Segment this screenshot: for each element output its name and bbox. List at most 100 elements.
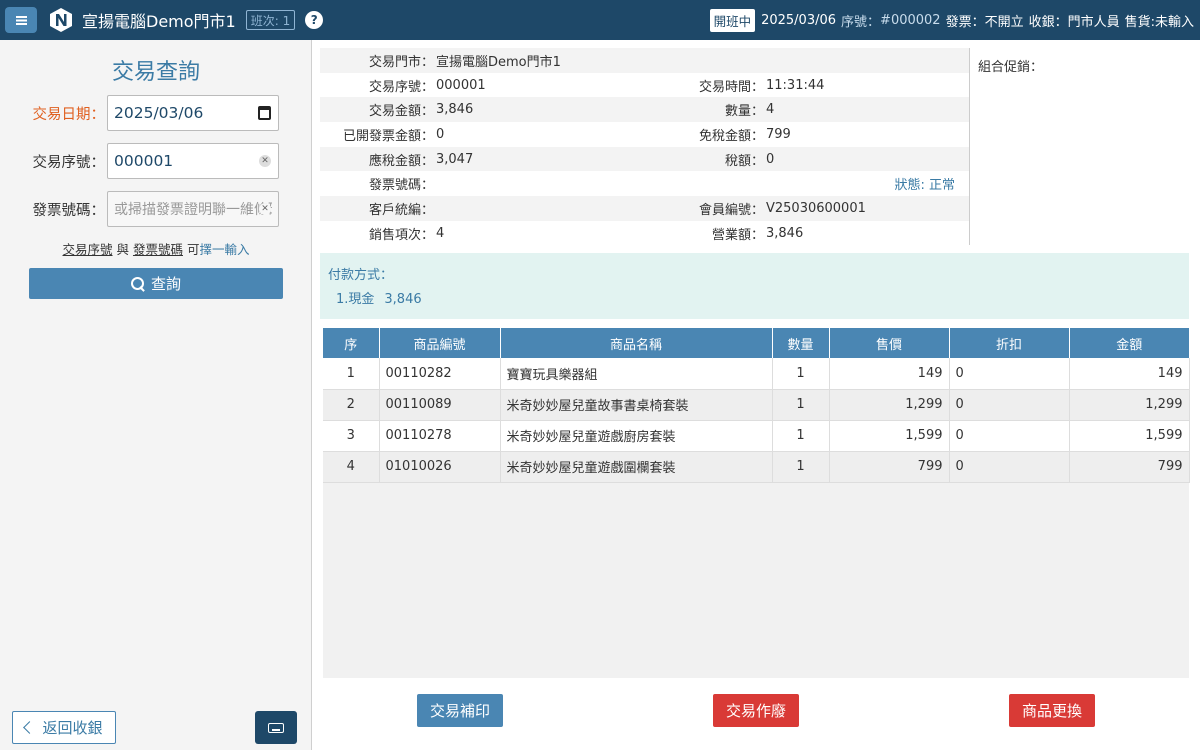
cell-code: 00110089 [379, 389, 501, 421]
input-hint: 交易序號 與 發票號碼 可擇一輸入 [0, 239, 312, 258]
app-logo-icon [50, 8, 72, 32]
info-row: 應稅金額： 3,047 稅額： 0 [320, 146, 969, 172]
items-table-container: 序 商品編號 商品名稱 數量 售價 折扣 金額 1 00110282 寶寶玩具樂… [323, 328, 1190, 678]
time-value: 11:31:44 [766, 77, 825, 93]
status-text: 狀態: 正常 [894, 178, 955, 194]
amount-value: 3,846 [436, 102, 474, 118]
column-header: 數量 [772, 328, 830, 358]
taxable-value: 3,047 [436, 151, 474, 167]
date-value: 2025/03/06 [114, 104, 204, 122]
cell-seq: 2 [323, 389, 380, 421]
taxable-label: 應稅金額： [368, 153, 434, 169]
clear-icon[interactable]: ✕ [259, 203, 271, 215]
chevron-left-icon [23, 721, 37, 734]
cell-amount: 149 [1069, 358, 1190, 390]
date-row: 交易日期： 2025/03/06 [0, 95, 312, 131]
serial-row: 交易序號： 000001 ✕ [0, 143, 312, 179]
divider [969, 48, 970, 245]
sales-status: 售貨:未輸入 [1124, 14, 1194, 30]
cell-amount: 799 [1069, 451, 1190, 483]
transaction-info: 交易門市： 宣揚電腦Demo門市1 交易序號： 000001 交易時間： 11:… [320, 48, 969, 246]
member-value: V25030600001 [766, 200, 866, 216]
search-icon [130, 276, 145, 291]
qty-label: 數量： [724, 104, 764, 120]
items-label: 銷售項次： [368, 227, 434, 243]
serial-label: 交易序號： [32, 154, 106, 171]
cell-seq: 4 [323, 451, 380, 483]
cell-amount: 1,599 [1069, 420, 1190, 452]
back-button-label: 返回收銀 [42, 719, 103, 737]
payment-title: 付款方式： [328, 268, 394, 283]
help-icon[interactable]: ? [305, 11, 324, 29]
revenue-value: 3,846 [766, 225, 804, 241]
info-row: 交易金額： 3,846 數量： 4 [320, 97, 969, 123]
taxfree-label: 免稅金額： [698, 128, 764, 144]
serial-value: 000001 [114, 152, 174, 170]
column-header: 商品名稱 [500, 328, 773, 358]
menu-button[interactable] [5, 7, 37, 33]
back-to-cashier-button[interactable]: 返回收銀 [12, 711, 116, 744]
exchange-button[interactable]: 商品更換 [1009, 694, 1095, 727]
cell-discount: 0 [949, 389, 1070, 421]
table-row[interactable]: 4 01010026 米奇妙妙屋兒童遊戲圍欄套裝 1 799 0 799 [323, 451, 1190, 483]
table-row[interactable]: 2 00110089 米奇妙妙屋兒童故事書桌椅套裝 1 1,299 0 1,29… [323, 389, 1190, 421]
hint-choose: 擇一輸入 [199, 242, 250, 257]
invoice-placeholder: 或掃描發票證明聯一維條碼 [114, 202, 272, 218]
info-row: 交易門市： 宣揚電腦Demo門市1 [320, 48, 969, 73]
cell-name: 米奇妙妙屋兒童故事書桌椅套裝 [500, 389, 773, 421]
cashier-status: 收銀：門市人員 [1028, 14, 1120, 30]
time-label: 交易時間： [698, 79, 764, 95]
payment-method: 1.現金 [336, 292, 375, 307]
current-date: 2025/03/06 [761, 12, 837, 28]
void-button[interactable]: 交易作廢 [713, 694, 799, 727]
promo-label: 組合促銷： [978, 60, 1044, 75]
customer-label: 客戶統編： [368, 202, 434, 218]
transaction-detail: 交易門市： 宣揚電腦Demo門市1 交易序號： 000001 交易時間： 11:… [313, 40, 1200, 750]
invoice-row: 發票號碼： 或掃描發票證明聯一維條碼 ✕ [0, 191, 312, 227]
cell-discount: 0 [949, 358, 1070, 390]
revenue-label: 營業額： [711, 227, 764, 243]
invoice-input[interactable]: 或掃描發票證明聯一維條碼 ✕ [107, 191, 279, 227]
top-bar: 宣揚電腦Demo門市1 班次: 1 ? 開班中 2025/03/06 序號： #… [0, 0, 1200, 40]
invoice-status: 發票：不開立 [945, 14, 1024, 30]
column-header: 序 [323, 328, 380, 358]
cell-qty: 1 [772, 358, 830, 390]
qty-value: 4 [766, 102, 775, 118]
table-row[interactable]: 1 00110282 寶寶玩具樂器組 1 149 0 149 [323, 358, 1190, 390]
invoiced-value: 0 [436, 126, 445, 142]
cell-qty: 1 [772, 389, 830, 421]
store-label: 交易門市： [368, 54, 434, 70]
payment-panel: 付款方式： 1.現金 3,846 [320, 253, 1189, 319]
tax-value: 0 [766, 151, 775, 167]
info-row: 客戶統編： 會員編號： V25030600001 [320, 196, 969, 221]
cell-seq: 3 [323, 420, 380, 452]
cell-qty: 1 [772, 420, 830, 452]
serial-value: #000002 [880, 12, 941, 28]
items-value: 4 [436, 225, 445, 241]
cell-price: 1,599 [829, 420, 950, 452]
table-row[interactable]: 3 00110278 米奇妙妙屋兒童遊戲廚房套裝 1 1,599 0 1,599 [323, 420, 1190, 452]
clear-icon[interactable]: ✕ [259, 155, 271, 167]
column-header: 商品編號 [379, 328, 501, 358]
hint-serial: 交易序號 [62, 242, 113, 257]
query-button-label: 查詢 [150, 275, 181, 293]
info-row: 銷售項次： 4 營業額： 3,846 [320, 221, 969, 246]
cell-code: 00110278 [379, 420, 501, 452]
reprint-button[interactable]: 交易補印 [417, 694, 503, 727]
serial-input[interactable]: 000001 ✕ [107, 143, 279, 179]
serial-label: 序號： [841, 14, 881, 30]
cell-amount: 1,299 [1069, 389, 1190, 421]
calendar-icon[interactable] [258, 106, 271, 120]
hint-can: 可 [182, 242, 200, 257]
cell-price: 1,299 [829, 389, 950, 421]
cell-name: 米奇妙妙屋兒童遊戲廚房套裝 [500, 420, 773, 452]
cell-name: 寶寶玩具樂器組 [500, 358, 773, 390]
query-button[interactable]: 查詢 [29, 268, 283, 299]
cell-code: 01010026 [379, 451, 501, 483]
column-header: 售價 [829, 328, 950, 358]
payment-line: 1.現金 3,846 [336, 288, 432, 307]
member-label: 會員編號： [698, 202, 764, 218]
keyboard-button[interactable] [255, 711, 297, 744]
date-input[interactable]: 2025/03/06 [107, 95, 279, 131]
table-header-row: 序 商品編號 商品名稱 數量 售價 折扣 金額 [323, 328, 1189, 358]
